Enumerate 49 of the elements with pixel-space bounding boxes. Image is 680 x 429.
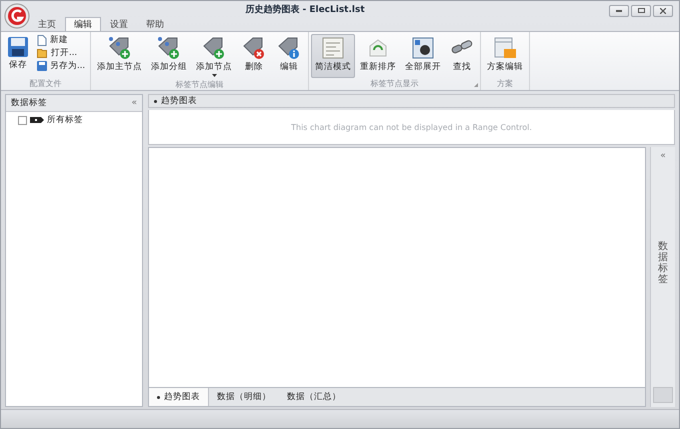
group-label: 方案	[496, 78, 514, 90]
bullet-icon	[157, 396, 160, 398]
app-logo	[4, 3, 30, 29]
ribbon-small-button[interactable]: 打开...	[37, 47, 86, 59]
ribbon-tab[interactable]: 主页	[29, 17, 65, 31]
bullet-icon	[154, 100, 157, 102]
view-tab[interactable]: 数据（明细）	[209, 388, 279, 406]
panel-title: 数据标签	[11, 97, 47, 109]
group-label: 标签节点显示	[370, 78, 420, 90]
close-button[interactable]	[653, 4, 673, 16]
range-message: This chart diagram can not be displayed in a Range Control.	[291, 122, 532, 132]
ribbon-button[interactable]: 方案编辑	[483, 34, 528, 78]
ribbon-button[interactable]: 编辑	[272, 34, 306, 79]
ribbon-button[interactable]: 简洁模式	[311, 34, 356, 78]
ribbon-button[interactable]: 添加节点	[192, 34, 236, 79]
ribbon-small-button[interactable]: 新建	[37, 34, 86, 46]
close-icon	[660, 8, 666, 14]
group-label: 配置文件	[28, 78, 63, 90]
ribbon-button[interactable]: 全部展开	[401, 34, 446, 78]
tree-item[interactable]: 所有标签	[47, 114, 83, 126]
checkbox[interactable]	[18, 116, 27, 124]
view-tab[interactable]: 数据（汇总）	[279, 388, 349, 406]
ribbon-button[interactable]: 查找	[446, 34, 478, 78]
ribbon-button[interactable]: 添加分组	[147, 34, 192, 79]
tag-add-icon	[106, 36, 133, 60]
ribbon-button[interactable]: 保存	[3, 34, 33, 78]
minimize-icon	[616, 10, 622, 12]
panel-title: 趋势图表	[161, 95, 197, 107]
minimize-button[interactable]	[609, 4, 629, 16]
tag-icon	[30, 117, 44, 123]
window-title: 历史趋势图表 - ElecList.lst	[244, 3, 366, 16]
collapse-button[interactable]: «	[131, 98, 137, 108]
group-label: 标签节点编辑	[174, 79, 225, 90]
document-icon	[37, 34, 47, 46]
panel-title[interactable]: 数据标签	[658, 241, 668, 285]
expand-icon	[411, 36, 436, 60]
ribbon-button[interactable]: 添加主节点	[93, 34, 146, 79]
ribbon-button[interactable]: 重新排序	[356, 34, 400, 78]
layout-icon	[321, 36, 346, 60]
view-tab[interactable]: 趋势图表	[149, 388, 209, 406]
maximize-button[interactable]	[631, 4, 651, 16]
dropdown-arrow-icon	[212, 74, 217, 77]
ribbon-tab[interactable]: 帮助	[137, 17, 173, 31]
ribbon-tab[interactable]: 编辑	[65, 17, 101, 31]
collapse-button[interactable]: «	[660, 151, 666, 161]
maximize-icon	[638, 8, 644, 13]
ribbon-tab[interactable]: 设置	[101, 17, 137, 31]
ribbon-button[interactable]: 删除	[237, 34, 272, 79]
ribbon-small-button[interactable]: 另存为...	[37, 60, 86, 72]
